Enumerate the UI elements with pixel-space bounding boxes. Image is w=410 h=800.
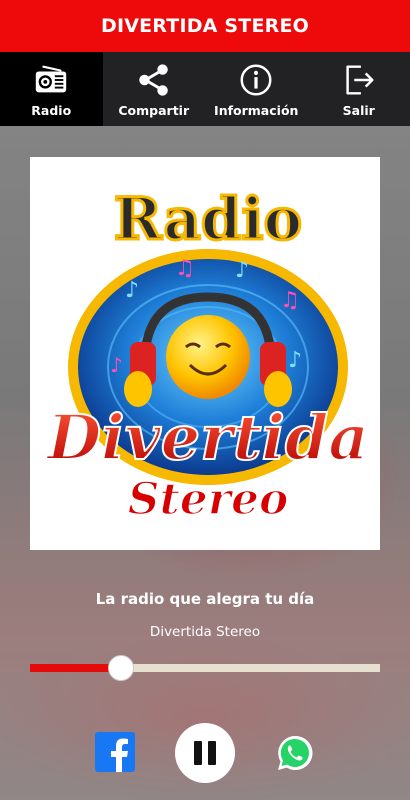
- svg-text:♪: ♪: [125, 278, 139, 303]
- nav-item-compartir[interactable]: Compartir: [103, 52, 206, 126]
- facebook-button[interactable]: [95, 732, 135, 772]
- svg-text:♪: ♪: [110, 353, 123, 377]
- radio-icon: [36, 65, 67, 92]
- svg-text:Divertida: Divertida: [45, 401, 368, 474]
- nav-item-informacion[interactable]: Información: [205, 52, 308, 126]
- progress-slider[interactable]: [30, 655, 380, 681]
- station-name: Divertida Stereo: [149, 624, 261, 640]
- progress-thumb[interactable]: [108, 655, 134, 681]
- nav-item-radio[interactable]: Radio: [0, 52, 103, 126]
- nav-item-salir[interactable]: Salir: [308, 52, 410, 126]
- nav-bar: Radio Compartir Información Salir: [0, 52, 410, 126]
- slogan-text: La radio que alegra tu día: [95, 590, 315, 608]
- nav-label-salir: Salir: [342, 102, 375, 118]
- svg-text:Radio: Radio: [114, 185, 302, 253]
- nav-label-radio: Radio: [31, 102, 72, 118]
- app-bar: DIVERTIDA STEREO: [0, 0, 410, 52]
- svg-text:♪: ♪: [288, 348, 302, 373]
- facebook-icon: [111, 738, 128, 772]
- nav-label-compartir: Compartir: [118, 102, 190, 118]
- pause-icon: [194, 741, 202, 765]
- station-cover-art: ♪ ♫ ♪ ♫ ♪ ♪ Radio Divertida Stereo: [30, 157, 380, 550]
- svg-text:♫: ♫: [280, 288, 300, 313]
- pause-button[interactable]: [175, 723, 235, 783]
- svg-text:Stereo: Stereo: [128, 474, 289, 525]
- whatsapp-icon: [278, 735, 313, 770]
- svg-text:♪: ♪: [235, 258, 249, 283]
- share-icon: [139, 63, 168, 96]
- exit-icon: [346, 64, 374, 95]
- info-icon: [240, 64, 272, 95]
- whatsapp-button[interactable]: [275, 733, 315, 773]
- app-title: DIVERTIDA STEREO: [100, 15, 309, 37]
- nav-label-informacion: Información: [214, 102, 299, 118]
- station-logo: ♪ ♫ ♪ ♫ ♪ ♪ Radio Divertida Stereo: [44, 184, 369, 526]
- player-controls: [0, 720, 410, 786]
- svg-text:♫: ♫: [175, 256, 195, 281]
